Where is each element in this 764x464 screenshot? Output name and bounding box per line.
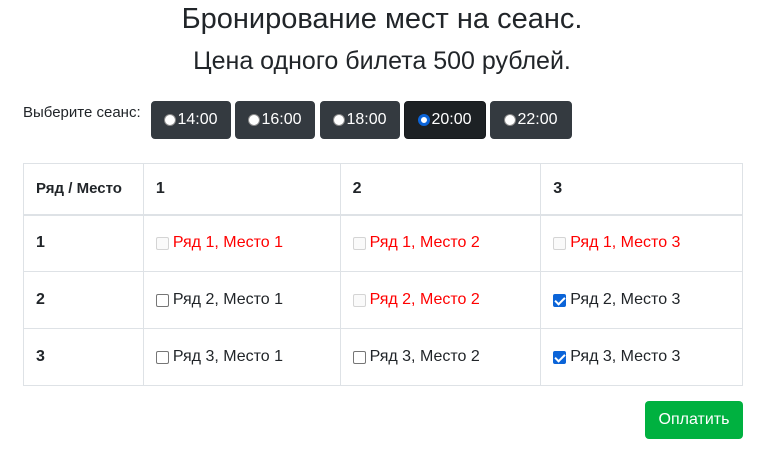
session-label: Выберите сеанс: (23, 104, 141, 121)
row-label: 1 (23, 214, 144, 272)
seat-checkbox[interactable] (553, 350, 567, 364)
session-time: 20:00 (431, 111, 472, 128)
seat-cell: Ряд 1, Место 1 (142, 214, 341, 272)
seat-r2-s3[interactable]: Ряд 2, Место 3 (553, 291, 730, 309)
seat-checkbox[interactable] (155, 350, 169, 364)
price-subtitle: Цена одного билета 500 рублей. (193, 47, 571, 75)
seat-header-1: 1 (142, 163, 341, 216)
seat-cell: Ряд 3, Место 1 (142, 328, 341, 386)
table-row: 2 Ряд 2, Место 1 Ряд 2, Место 2 Ряд 2, М… (23, 271, 743, 329)
session-radio-1800[interactable] (333, 114, 346, 126)
session-button-1400[interactable]: 14:00 (151, 101, 231, 139)
row-label: 2 (23, 271, 144, 329)
session-radio-1600[interactable] (248, 114, 261, 126)
page-title: Бронирование мест на сеанс. (181, 3, 583, 35)
session-time: 14:00 (177, 111, 218, 128)
seat-cell: Ряд 1, Место 3 (540, 214, 743, 272)
seat-checkbox[interactable] (352, 350, 366, 364)
session-radio-1400[interactable] (164, 114, 177, 126)
seat-checkbox (352, 293, 366, 307)
seat-header-2: 2 (339, 163, 542, 216)
seat-label: Ряд 3, Место 3 (570, 348, 681, 365)
seat-checkbox[interactable] (553, 293, 567, 307)
session-button-2200[interactable]: 22:00 (490, 101, 572, 139)
session-time: 22:00 (517, 111, 558, 128)
seat-r1-s3: Ряд 1, Место 3 (553, 234, 730, 252)
seat-cell: Ряд 3, Место 3 (540, 328, 743, 386)
session-button-1600[interactable]: 16:00 (235, 101, 315, 139)
table-row: 3 Ряд 3, Место 1 Ряд 3, Место 2 Ряд 3, М… (23, 328, 743, 386)
seat-checkbox (155, 236, 169, 250)
seat-checkbox (553, 236, 567, 250)
seat-checkbox[interactable] (155, 293, 169, 307)
seat-header-3: 3 (540, 163, 743, 216)
seat-cell: Ряд 2, Место 1 (142, 271, 341, 329)
seat-checkbox (352, 236, 366, 250)
seat-label: Ряд 1, Место 2 (369, 234, 480, 252)
table-header-row: Ряд / Место 1 2 3 (23, 163, 743, 216)
seat-label: Ряд 1, Место 3 (570, 234, 681, 252)
session-radio-2200[interactable] (504, 114, 517, 126)
session-button-2000[interactable]: 20:00 (404, 101, 486, 139)
seat-label: Ряд 2, Место 1 (172, 291, 284, 308)
row-label: 3 (23, 328, 144, 386)
seat-r3-s3[interactable]: Ряд 3, Место 3 (553, 348, 730, 366)
seat-label: Ряд 3, Место 2 (369, 348, 480, 365)
seat-label: Ряд 2, Место 2 (369, 291, 480, 308)
seat-cell: Ряд 2, Место 2 (339, 271, 542, 329)
session-button-1800[interactable]: 18:00 (320, 101, 400, 139)
seat-label: Ряд 1, Место 1 (172, 234, 284, 252)
seat-label: Ряд 3, Место 1 (172, 348, 284, 365)
seat-r1-s2: Ряд 1, Место 2 (352, 234, 529, 252)
row-seat-header: Ряд / Место (23, 163, 144, 216)
seat-r2-s1[interactable]: Ряд 2, Место 1 (155, 291, 328, 309)
seat-r2-s2: Ряд 2, Место 2 (352, 291, 529, 309)
pay-button[interactable]: Оплатить (645, 401, 743, 439)
seat-table: Ряд / Место 1 2 3 1 Ряд 1, Место 1 Ряд 1… (23, 163, 743, 386)
session-radio-2000[interactable] (418, 114, 431, 126)
session-time: 18:00 (346, 111, 387, 128)
seat-cell: Ряд 2, Место 3 (540, 271, 743, 329)
seat-r1-s1: Ряд 1, Место 1 (155, 234, 328, 252)
seat-label: Ряд 2, Место 3 (570, 291, 681, 308)
seat-r3-s1[interactable]: Ряд 3, Место 1 (155, 348, 328, 366)
session-time: 16:00 (261, 111, 302, 128)
table-row: 1 Ряд 1, Место 1 Ряд 1, Место 2 Ряд 1, М… (23, 214, 743, 272)
seat-cell: Ряд 1, Место 2 (339, 214, 542, 272)
seat-r3-s2[interactable]: Ряд 3, Место 2 (352, 348, 529, 366)
seat-cell: Ряд 3, Место 2 (339, 328, 542, 386)
